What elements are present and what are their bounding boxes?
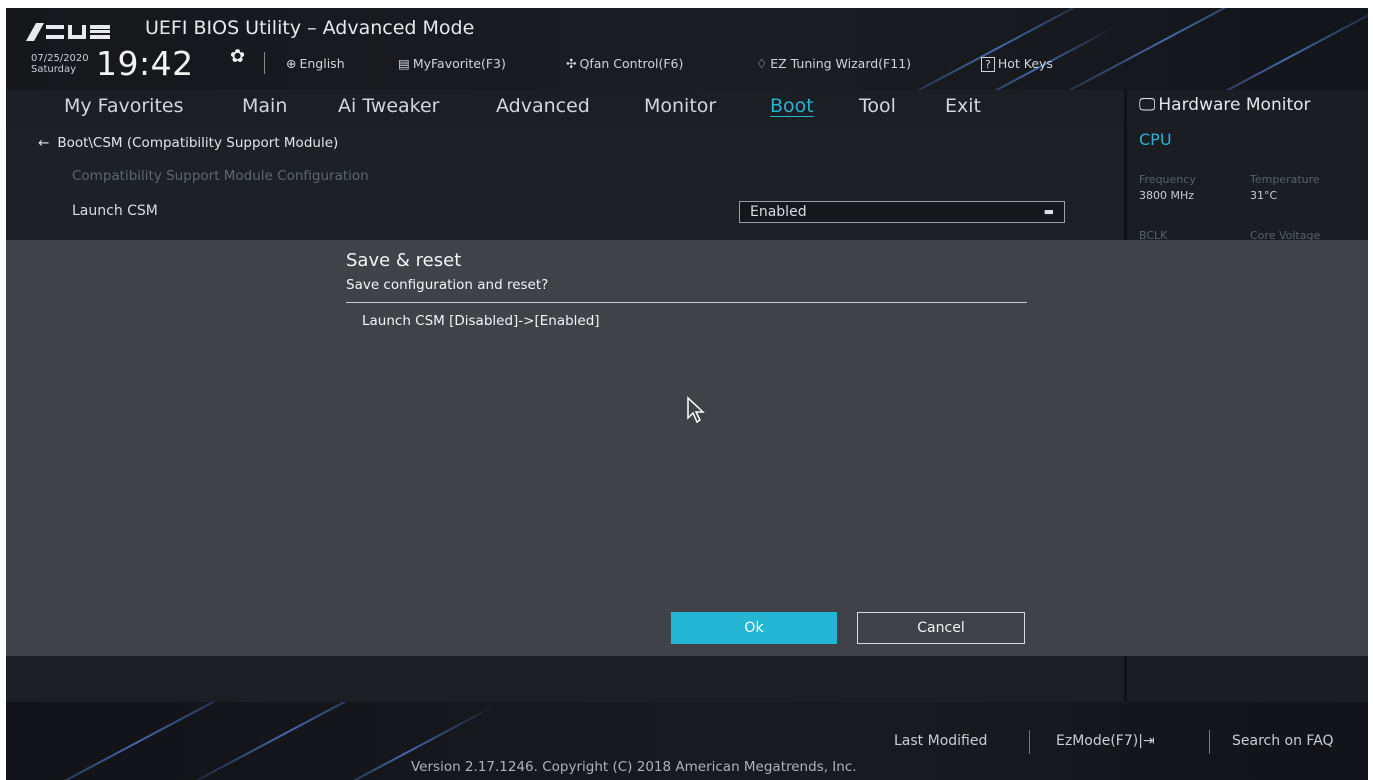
save-reset-dialog: Save & reset Save configuration and rese…	[6, 240, 1368, 656]
tab-boot[interactable]: Boot	[770, 95, 814, 117]
frequency-value: 3800 MHz	[1139, 189, 1195, 202]
description-panel	[6, 656, 1124, 702]
footer-divider	[1029, 730, 1030, 754]
hardware-monitor-panel: 🖵 Hardware Monitor CPU Frequency 3800 MHz…	[1127, 90, 1368, 242]
tab-tool[interactable]: Tool	[859, 95, 896, 117]
star-list-icon: ▤	[398, 56, 410, 71]
header-divider	[264, 52, 265, 74]
mouse-cursor-icon	[687, 396, 705, 424]
dialog-subtitle: Save configuration and reset?	[346, 277, 549, 293]
footer-divider	[1209, 730, 1210, 754]
dialog-divider	[346, 302, 1027, 303]
help-icon: ?	[981, 57, 995, 72]
fan-icon: ✣	[566, 56, 577, 71]
change-summary: Launch CSM [Disabled]->[Enabled]	[362, 313, 600, 329]
tab-advanced[interactable]: Advanced	[496, 95, 590, 117]
chevron-down-icon: ▬	[1043, 205, 1054, 218]
launch-csm-select[interactable]: Enabled ▬	[739, 201, 1065, 223]
launch-csm-label: Launch CSM	[72, 203, 158, 219]
tab-ai-tweaker[interactable]: Ai Tweaker	[338, 95, 439, 117]
last-modified-button[interactable]: Last Modified	[894, 733, 987, 749]
tab-my-favorites[interactable]: My Favorites	[64, 95, 184, 117]
tab-monitor[interactable]: Monitor	[644, 95, 716, 117]
hot-keys-button[interactable]: ? Hot Keys	[981, 56, 1053, 72]
date-text: 07/25/2020	[31, 53, 89, 64]
globe-icon: ⊕	[286, 56, 297, 71]
bulb-icon: ♢	[756, 56, 768, 71]
ezmode-label: EzMode(F7)|	[1056, 733, 1143, 749]
clock-time: 19:42	[96, 44, 194, 83]
bios-screen: UEFI BIOS Utility – Advanced Mode 07/25/…	[6, 8, 1368, 780]
hot-keys-label: Hot Keys	[997, 56, 1053, 71]
language-button[interactable]: ⊕ English	[286, 56, 345, 71]
tab-main[interactable]: Main	[242, 95, 287, 117]
clock-settings-icon[interactable]: ✿	[230, 46, 245, 67]
breadcrumb[interactable]: ← Boot\CSM (Compatibility Support Module)	[38, 135, 338, 151]
hardware-monitor-label: Hardware Monitor	[1158, 95, 1311, 115]
ezmode-button[interactable]: EzMode(F7)|⇥	[1056, 733, 1155, 749]
myfavorite-label: MyFavorite(F3)	[412, 56, 506, 71]
search-faq-button[interactable]: Search on FAQ	[1232, 733, 1334, 749]
app-title: UEFI BIOS Utility – Advanced Mode	[145, 17, 475, 39]
frequency-label: Frequency	[1139, 173, 1196, 186]
back-arrow-icon[interactable]: ←	[38, 135, 49, 151]
qfan-label: Qfan Control(F6)	[579, 56, 684, 71]
launch-csm-value: Enabled	[750, 204, 807, 220]
dialog-title: Save & reset	[346, 250, 462, 271]
ok-button[interactable]: Ok	[671, 612, 837, 644]
section-heading: Compatibility Support Module Configurati…	[72, 168, 369, 184]
temperature-label: Temperature	[1250, 173, 1320, 186]
exit-arrow-icon: ⇥	[1142, 733, 1155, 749]
breadcrumb-text: Boot\CSM (Compatibility Support Module)	[57, 135, 339, 151]
main-nav: My Favorites Main Ai Tweaker Advanced Mo…	[6, 90, 1124, 126]
cpu-heading: CPU	[1139, 130, 1172, 149]
date-display: 07/25/2020 Saturday	[31, 53, 89, 75]
ez-tuning-wizard-button[interactable]: ♢ EZ Tuning Wizard(F11)	[756, 56, 911, 71]
asus-logo	[26, 23, 110, 41]
cancel-button[interactable]: Cancel	[857, 612, 1025, 644]
ez-tuning-label: EZ Tuning Wizard(F11)	[770, 56, 912, 71]
footer-bar: Last Modified EzMode(F7)|⇥ Search on FAQ…	[6, 702, 1368, 780]
header-bar: UEFI BIOS Utility – Advanced Mode 07/25/…	[6, 8, 1368, 90]
version-text: Version 2.17.1246. Copyright (C) 2018 Am…	[411, 759, 857, 775]
myfavorite-button[interactable]: ▤ MyFavorite(F3)	[398, 56, 506, 71]
temperature-value: 31°C	[1250, 189, 1278, 202]
language-label: English	[299, 56, 345, 71]
hardware-monitor-lower	[1127, 656, 1368, 702]
qfan-control-button[interactable]: ✣ Qfan Control(F6)	[566, 56, 683, 71]
tab-exit[interactable]: Exit	[945, 95, 981, 117]
monitor-icon: 🖵	[1139, 95, 1156, 115]
hardware-monitor-title: 🖵 Hardware Monitor	[1139, 95, 1311, 115]
weekday-text: Saturday	[31, 64, 77, 75]
